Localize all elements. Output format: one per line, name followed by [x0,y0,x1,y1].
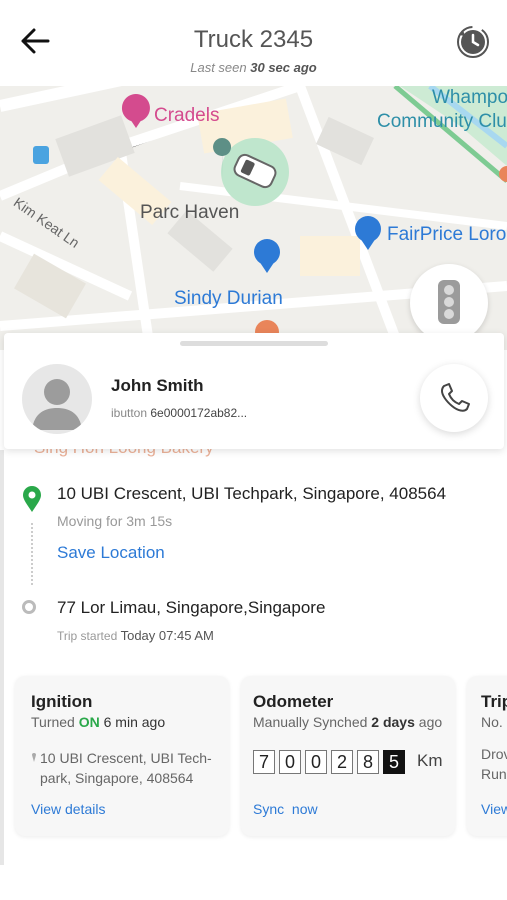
odometer-digit: 7 [253,750,275,774]
timeline-connector [31,523,35,585]
map-label-community[interactable]: Community Clu [377,111,507,133]
person-icon [32,379,82,430]
odometer-title: Odometer [253,692,334,711]
odometer-unit: Km [417,751,443,770]
ignition-location: 10 UBI Crescent, UBI Tech-park, Singapor… [40,750,212,786]
driver-ibutton: ibutton 6e0000172ab82... [111,406,247,420]
view-details-link[interactable]: View details [31,801,105,817]
map-label-whampo[interactable]: Whampo [432,87,507,109]
history-icon[interactable] [455,24,491,60]
phone-icon [441,383,470,412]
odometer-sync-suffix: ago [418,714,443,730]
pin-small-icon [32,753,36,762]
last-seen-value: 30 sec ago [250,60,317,75]
map-label-parc-haven[interactable]: Parc Haven [140,202,239,224]
ignition-title: Ignition [31,692,93,711]
map-label-sindy-durian[interactable]: Sindy Durian [174,288,283,310]
save-location-link[interactable]: Save Location [57,543,165,563]
trip-card-line1: Drov [481,746,507,762]
trip-card-link[interactable]: View [481,801,507,817]
driver-name: John Smith [111,376,204,395]
header: Truck 2345 Last seen 30 sec ago [0,0,507,86]
traffic-light-icon [438,280,460,324]
moving-duration: Moving for 3m 15s [57,513,173,529]
odometer-sync-prefix: Manually Synched [253,714,368,730]
odometer-reading: 7 0 0 2 8 5 [253,750,405,774]
trip-started-text: Trip started Today 07:45 AM [57,628,214,643]
odometer-digit: 0 [305,750,327,774]
ignition-status-prefix: Turned [31,714,75,730]
odometer-sync-value: 2 days [371,714,415,730]
odometer-digit-last: 5 [383,750,405,774]
sync-now-link[interactable]: Sync now [253,801,318,817]
trip-started-label: Trip started [57,629,118,643]
trip-start-icon [22,600,36,614]
ignition-status-value: ON [78,714,100,730]
call-button[interactable] [420,364,488,432]
sheet-handle[interactable] [180,341,328,346]
map-label-cradels[interactable]: Cradels [154,105,219,127]
location-pin-icon [23,486,41,512]
map-label-fairprice[interactable]: FairPrice Loro [387,224,506,246]
odometer-digit: 0 [279,750,301,774]
ignition-status: Turned ON 6 min ago [31,714,165,730]
traffic-layer-button[interactable] [410,264,488,342]
panel-edge [0,450,4,865]
odometer-digit: 2 [331,750,353,774]
last-seen-text: Last seen 30 sec ago [0,60,507,75]
trip-card-title: Trip [481,692,507,711]
avatar [22,364,92,434]
odometer-sync-status: Manually Synched 2 days ago [253,714,442,730]
trip-card-line2: Run [481,766,507,782]
ibutton-value: 6e0000172ab82... [150,406,248,420]
odometer-digit: 8 [357,750,379,774]
current-address: 10 UBI Crescent, UBI Techpark, Singapore… [57,484,447,503]
trip-card-sub: No. o [481,714,507,730]
start-address: 77 Lor Limau, Singapore,Singapore [57,598,326,617]
ignition-status-time: 6 min ago [103,714,166,730]
last-seen-label: Last seen [190,60,247,75]
ibutton-label: ibutton [111,406,148,420]
page-title: Truck 2345 [193,26,314,53]
trip-started-value: Today 07:45 AM [120,628,214,643]
